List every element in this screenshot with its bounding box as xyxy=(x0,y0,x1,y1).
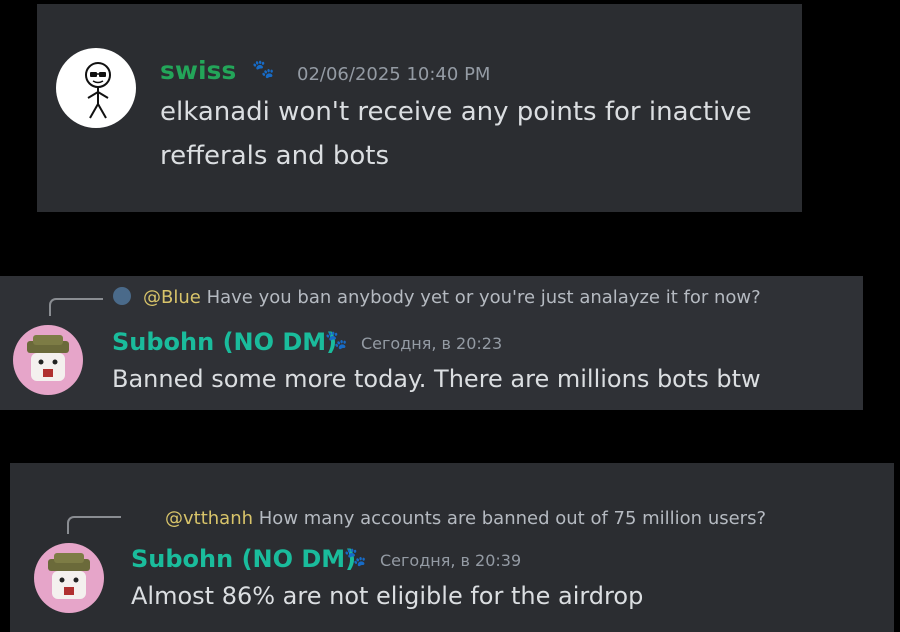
reply-text: Have you ban anybody yet or you're just … xyxy=(206,287,761,308)
reply-mention[interactable]: @Blue xyxy=(143,287,201,308)
username[interactable]: Subohn (NO DM) xyxy=(112,328,337,356)
message-text: Banned some more today. There are millio… xyxy=(112,365,761,393)
timestamp[interactable]: Сегодня, в 20:39 xyxy=(380,551,521,570)
reply-text: How many accounts are banned out of 75 m… xyxy=(258,508,767,529)
reply-mention[interactable]: @vtthanh xyxy=(165,508,253,529)
username[interactable]: Subohn (NO DM) xyxy=(131,545,356,573)
reply-avatar[interactable] xyxy=(113,287,131,305)
message-text: Almost 86% are not eligible for the aird… xyxy=(131,582,644,610)
message-card-swiss: swiss 🐾 02/06/2025 10:40 PM elkanadi won… xyxy=(37,4,802,212)
username[interactable]: swiss xyxy=(160,56,236,85)
reply-preview[interactable]: @Blue Have you ban anybody yet or you're… xyxy=(143,287,761,308)
message-card-subohn-1: @Blue Have you ban anybody yet or you're… xyxy=(0,276,863,410)
message-card-subohn-2: @vtthanh How many accounts are banned ou… xyxy=(10,463,894,632)
paw-icon: 🐾 xyxy=(325,330,348,351)
timestamp[interactable]: 02/06/2025 10:40 PM xyxy=(297,64,490,85)
avatar[interactable] xyxy=(56,48,136,128)
reply-connector xyxy=(67,516,121,534)
paw-icon: 🐾 xyxy=(344,547,367,568)
avatar[interactable] xyxy=(34,543,104,613)
message-text-line-2: refferals and bots xyxy=(160,141,390,171)
avatar[interactable] xyxy=(13,325,83,395)
timestamp[interactable]: Сегодня, в 20:23 xyxy=(361,334,502,353)
paw-icon: 🐾 xyxy=(252,59,275,80)
reply-preview[interactable]: @vtthanh How many accounts are banned ou… xyxy=(165,508,766,529)
reply-connector xyxy=(49,298,103,316)
message-text-line-1: elkanadi won't receive any points for in… xyxy=(160,97,752,127)
